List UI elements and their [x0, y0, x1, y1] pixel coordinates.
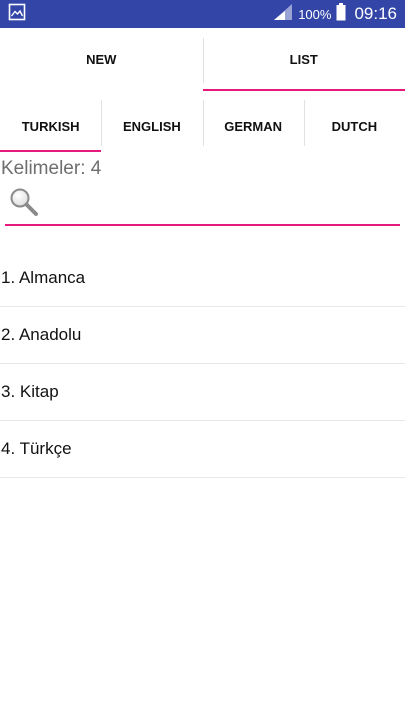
- tab-dutch[interactable]: DUTCH: [303, 100, 405, 152]
- tab-list[interactable]: LIST: [202, 28, 405, 91]
- tab-dutch-label: DUTCH: [331, 118, 378, 134]
- word-list: 1. Almanca 2. Anadolu 3. Kitap 4. Türkçe: [0, 250, 405, 478]
- signal-icon: [273, 3, 293, 26]
- word-count: Kelimeler: 4: [1, 158, 102, 179]
- tab-english[interactable]: ENGLISH: [101, 100, 202, 152]
- image-icon: [8, 3, 26, 26]
- main-tab-bar: NEW LIST: [0, 28, 405, 91]
- tab-german[interactable]: GERMAN: [202, 100, 304, 152]
- battery-icon: [336, 2, 346, 26]
- list-item[interactable]: 2. Anadolu: [0, 307, 405, 364]
- search-icon: [8, 186, 40, 223]
- battery-percent: 100%: [298, 6, 332, 22]
- tab-english-label: ENGLISH: [122, 118, 181, 134]
- list-item[interactable]: 1. Almanca: [0, 250, 405, 307]
- status-time: 09:16: [354, 4, 397, 23]
- tab-turkish[interactable]: TURKISH: [0, 100, 102, 152]
- tab-new-label: NEW: [86, 52, 117, 67]
- list-item-text: 2. Anadolu: [1, 325, 82, 344]
- list-item[interactable]: 3. Kitap: [0, 364, 405, 421]
- tab-list-label: LIST: [289, 52, 318, 67]
- list-item-text: 4. Türkçe: [1, 439, 72, 458]
- list-item-text: 1. Almanca: [1, 268, 86, 287]
- status-right: 100% 09:16: [273, 2, 397, 26]
- status-bar: 100% 09:16: [0, 0, 405, 28]
- search-box[interactable]: [5, 182, 400, 226]
- language-tab-bar: TURKISH ENGLISH GERMAN DUTCH: [0, 100, 405, 152]
- tab-german-label: GERMAN: [224, 118, 283, 134]
- list-item[interactable]: 4. Türkçe: [0, 421, 405, 478]
- tab-new[interactable]: NEW: [0, 28, 203, 91]
- tab-turkish-label: TURKISH: [21, 118, 80, 134]
- list-item-text: 3. Kitap: [1, 382, 59, 401]
- search-input[interactable]: [45, 188, 395, 218]
- status-left: [8, 3, 26, 26]
